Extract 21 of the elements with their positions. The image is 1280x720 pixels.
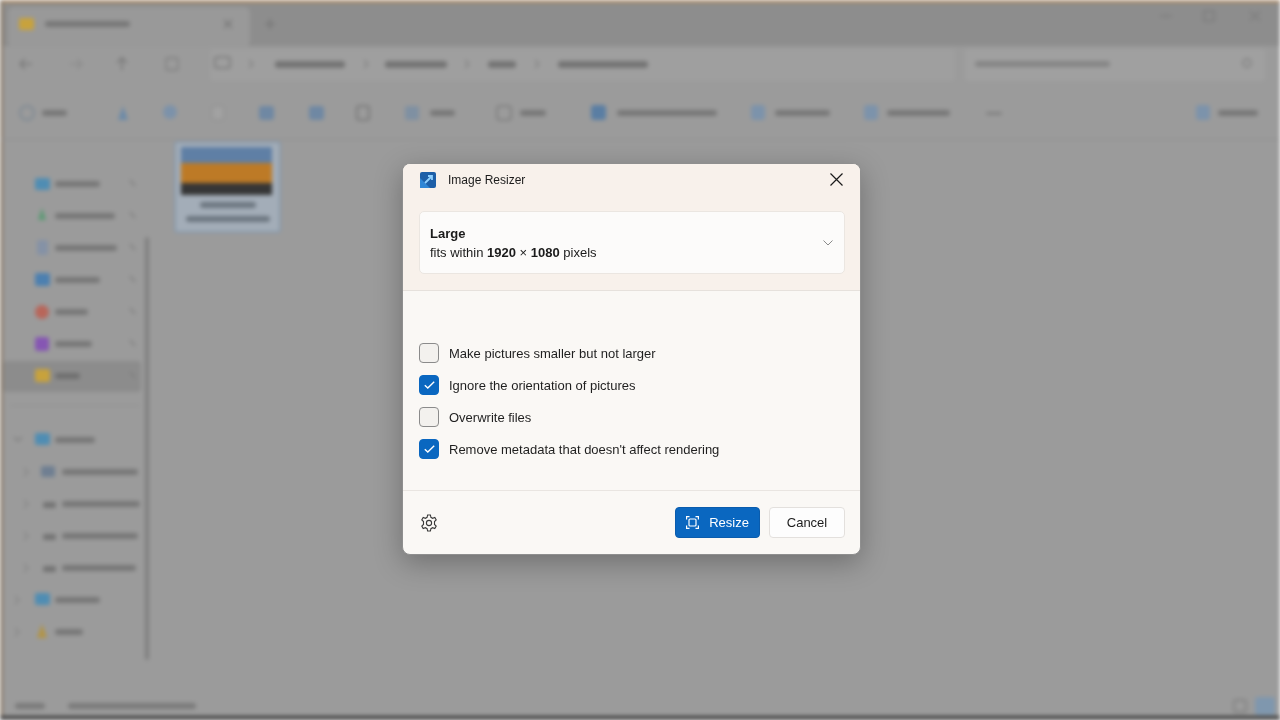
app-icon	[420, 172, 436, 188]
size-dropdown[interactable]: Large fits within 1920 × 1080 pixels	[419, 211, 845, 274]
checkbox[interactable]	[419, 439, 439, 459]
checkbox[interactable]	[419, 375, 439, 395]
checkbox[interactable]	[419, 407, 439, 427]
chevron-down-icon	[823, 239, 833, 246]
size-description: fits within 1920 × 1080 pixels	[430, 244, 598, 260]
checkmark-icon	[423, 381, 435, 389]
checkbox-label: Make pictures smaller but not larger	[449, 345, 656, 361]
size-name: Large	[430, 225, 467, 241]
checkmark-icon	[423, 445, 435, 453]
checkbox-label: Overwrite files	[449, 409, 532, 425]
window-title: Image Resizer	[448, 172, 527, 187]
checkbox[interactable]	[419, 343, 439, 363]
resize-button[interactable]: Resize	[675, 507, 760, 538]
cancel-button[interactable]: Cancel	[769, 507, 845, 538]
checkbox-label: Remove metadata that doesn't affect rendering	[449, 441, 720, 457]
settings-icon[interactable]	[420, 513, 438, 532]
frame-icon	[686, 516, 700, 529]
checkbox-label: Ignore the orientation of pictures	[449, 377, 636, 393]
close-icon[interactable]	[830, 173, 843, 186]
